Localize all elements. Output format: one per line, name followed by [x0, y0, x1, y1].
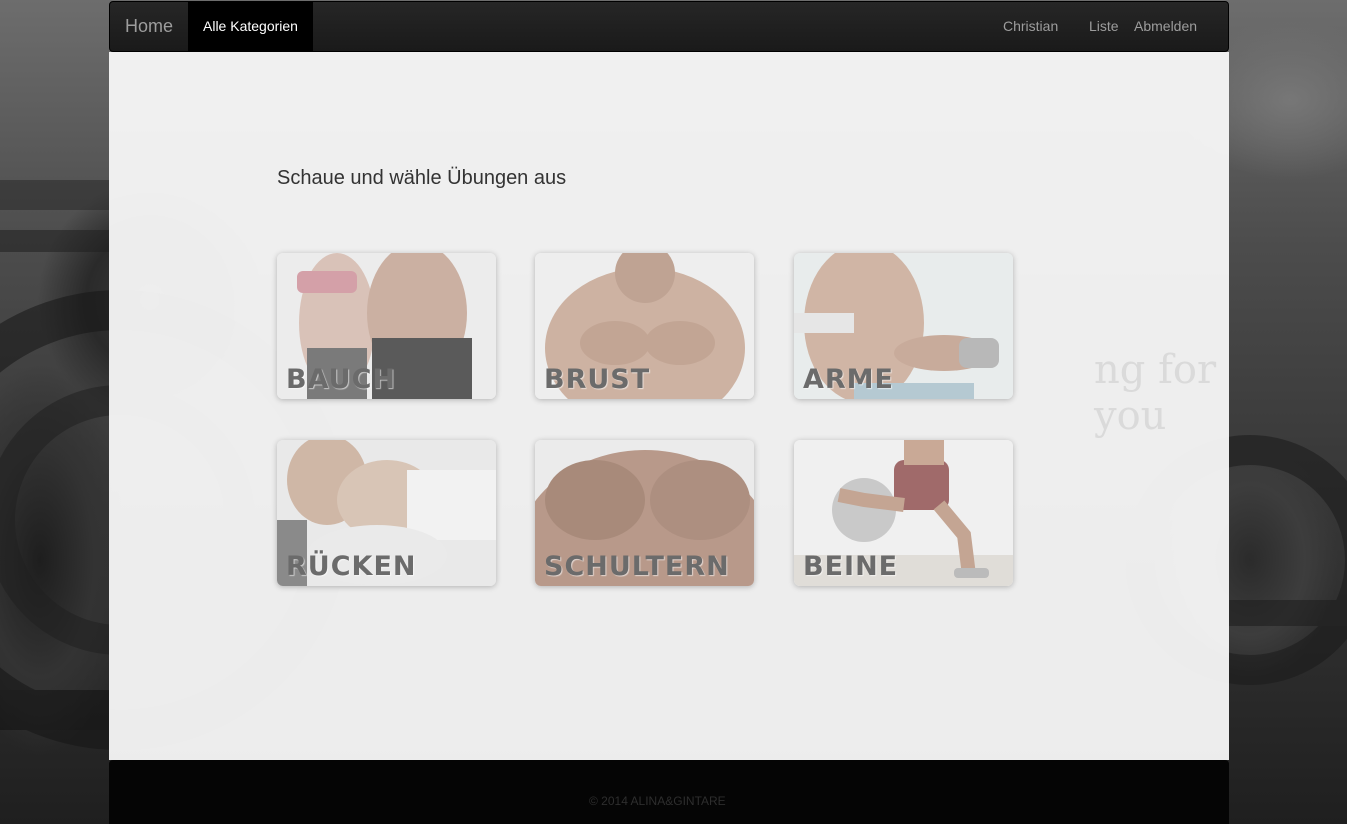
main-content: ng for you Schaue und wähle Übungen aus … — [109, 52, 1229, 760]
category-label: BRUST — [544, 364, 651, 395]
category-label: BEINE — [803, 551, 899, 582]
category-label: BAUCH — [286, 364, 396, 395]
category-tile-schultern[interactable]: SCHULTERN — [535, 440, 754, 586]
page-footer: © 2014 ALINA&GINTARE — [109, 760, 1229, 824]
footer-copyright: © 2014 ALINA&GINTARE — [589, 794, 726, 808]
top-navbar: Home Alle Kategorien Christian Liste Abm… — [109, 1, 1229, 52]
nav-user-link[interactable]: Christian — [1003, 2, 1058, 51]
category-label: SCHULTERN — [544, 551, 730, 582]
category-tile-beine[interactable]: BEINE — [794, 440, 1013, 586]
category-tile-ruecken[interactable]: RÜCKEN — [277, 440, 496, 586]
nav-all-categories-link[interactable]: Alle Kategorien — [188, 2, 313, 51]
background-tagline: ng for you — [1094, 347, 1217, 439]
nav-home-link[interactable]: Home — [125, 2, 173, 51]
page-heading: Schaue und wähle Übungen aus — [277, 167, 567, 189]
category-tile-brust[interactable]: BRUST — [535, 253, 754, 399]
category-label: RÜCKEN — [286, 551, 417, 582]
category-tile-arme[interactable]: ARME — [794, 253, 1013, 399]
category-tile-bauch[interactable]: BAUCH — [277, 253, 496, 399]
nav-logout-link[interactable]: Abmelden — [1134, 2, 1197, 51]
category-label: ARME — [803, 364, 894, 395]
nav-list-link[interactable]: Liste — [1089, 2, 1119, 51]
